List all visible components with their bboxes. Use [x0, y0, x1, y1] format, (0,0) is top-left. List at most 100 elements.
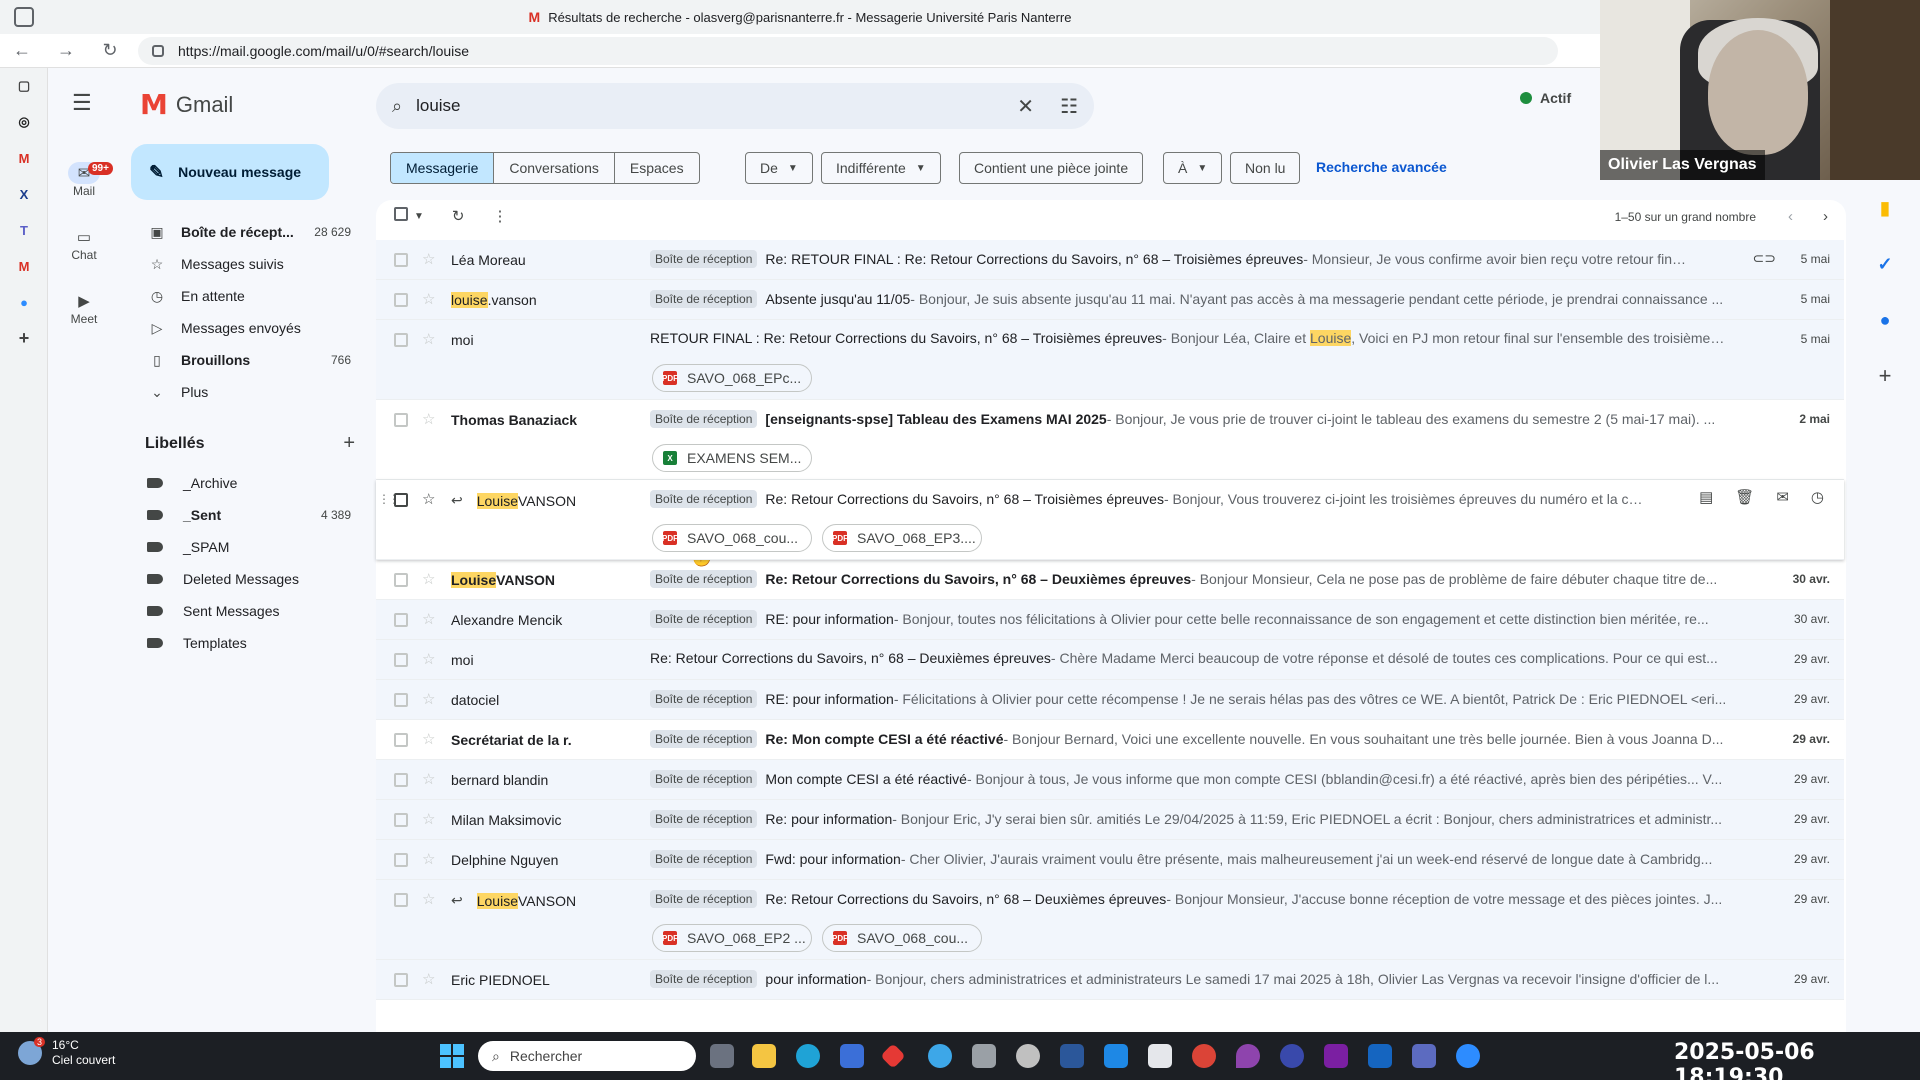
app-menu-icon[interactable] — [14, 7, 34, 27]
star-icon[interactable]: ☆ — [422, 770, 435, 788]
rail-mail[interactable]: ✉ 99+ Mail — [48, 148, 120, 212]
star-icon[interactable]: ☆ — [422, 730, 435, 748]
inbox-tag[interactable]: Boîte de réception — [650, 610, 758, 628]
rail-chat[interactable]: ▭ Chat — [48, 212, 120, 276]
email-row[interactable]: ☆ Eric PIEDNOEL Boîte de réception pour … — [376, 960, 1844, 1000]
filter-from-chip[interactable]: De ▼ — [745, 152, 813, 184]
back-icon[interactable]: ← — [0, 40, 44, 61]
email-row[interactable]: ☆ ↩ Louise VANSON Boîte de réception Re: … — [376, 880, 1844, 960]
clear-search-icon[interactable]: ✕ — [1017, 94, 1034, 119]
app-icon[interactable] — [972, 1044, 996, 1068]
attachment-chip[interactable]: PDF SAVO_068_EP2 ... — [652, 924, 812, 952]
filter-attachment-chip[interactable]: Contient une pièce jointe — [959, 152, 1144, 184]
label-item[interactable]: _Sent 4 389 — [131, 499, 361, 531]
chrome-icon[interactable] — [1192, 1044, 1216, 1068]
row-checkbox[interactable] — [394, 293, 408, 307]
rail-meet[interactable]: ▶ Meet — [48, 276, 120, 340]
star-icon[interactable]: ☆ — [422, 890, 435, 908]
app-icon[interactable] — [1236, 1044, 1260, 1068]
inbox-tag[interactable]: Boîte de réception — [650, 730, 758, 748]
inbox-tag[interactable]: Boîte de réception — [650, 410, 758, 428]
attachment-chip[interactable]: X EXAMENS SEM... — [652, 444, 812, 472]
label-item[interactable]: Templates — [131, 627, 361, 659]
app-icon[interactable] — [1412, 1044, 1436, 1068]
segment-mail[interactable]: Messagerie — [391, 153, 495, 183]
segment-spaces[interactable]: Espaces — [615, 153, 699, 183]
row-checkbox[interactable] — [394, 253, 408, 267]
search-options-icon[interactable]: ☷ — [1060, 94, 1078, 119]
app-x-icon[interactable]: X — [0, 176, 48, 212]
folder-drafts[interactable]: ▯ Brouillons 766 — [131, 344, 361, 376]
row-checkbox[interactable] — [394, 693, 408, 707]
zoom-icon[interactable]: ● — [0, 284, 48, 320]
star-icon[interactable]: ☆ — [422, 610, 435, 628]
inbox-tag[interactable]: Boîte de réception — [650, 890, 758, 908]
reload-icon[interactable]: ↻ — [88, 40, 132, 61]
snooze-icon[interactable]: ◷ — [1811, 488, 1824, 506]
star-icon[interactable]: ☆ — [422, 250, 435, 268]
folder-snoozed[interactable]: ◷ En attente — [131, 280, 361, 312]
row-checkbox[interactable] — [394, 973, 408, 987]
zoom-icon[interactable] — [1456, 1044, 1480, 1068]
row-checkbox[interactable] — [394, 893, 408, 907]
row-checkbox[interactable] — [394, 573, 408, 587]
star-icon[interactable]: ☆ — [422, 330, 435, 348]
inbox-tag[interactable]: Boîte de réception — [650, 690, 758, 708]
status-selector[interactable]: Actif — [1520, 90, 1571, 106]
folder-starred[interactable]: ☆ Messages suivis — [131, 248, 361, 280]
label-item[interactable]: _SPAM — [131, 531, 361, 563]
refresh-icon[interactable]: ↻ — [452, 207, 465, 225]
row-checkbox[interactable] — [394, 333, 408, 347]
forward-icon[interactable]: → — [44, 40, 88, 61]
email-row[interactable]: ☆ Léa Moreau Boîte de réception Re: RETO… — [376, 240, 1844, 280]
extension-icon[interactable]: ◎ — [0, 104, 48, 140]
chevron-left-icon[interactable]: ‹ — [1788, 208, 1793, 225]
email-row[interactable]: ☆ moi Re: Retour Corrections du Savoirs,… — [376, 640, 1844, 680]
row-checkbox[interactable] — [394, 773, 408, 787]
search-icon[interactable]: ⌕ — [392, 96, 402, 117]
edge-icon[interactable] — [796, 1044, 820, 1068]
email-row[interactable]: ☆ Thomas Banaziack Boîte de réception [e… — [376, 400, 1844, 480]
star-icon[interactable]: ☆ — [422, 970, 435, 988]
app-icon[interactable] — [1280, 1044, 1304, 1068]
row-checkbox[interactable] — [394, 493, 408, 507]
email-row[interactable]: ☆ Milan Maksimovic Boîte de réception Re… — [376, 800, 1844, 840]
filter-unread-chip[interactable]: Non lu — [1230, 152, 1301, 184]
segment-conversations[interactable]: Conversations — [494, 153, 615, 183]
inbox-tag[interactable]: Boîte de réception — [650, 810, 758, 828]
email-row[interactable]: ☆ Secrétariat de la r. Boîte de réceptio… — [376, 720, 1844, 760]
folder-inbox[interactable]: ▣ Boîte de récept... 28 629 — [131, 216, 361, 248]
tasks-icon[interactable]: ✓ — [1850, 236, 1920, 292]
help-app-icon[interactable] — [928, 1044, 952, 1068]
app-icon[interactable] — [1016, 1044, 1040, 1068]
inbox-tag[interactable]: Boîte de réception — [650, 770, 758, 788]
row-checkbox[interactable] — [394, 653, 408, 667]
add-label-icon[interactable]: + — [343, 432, 355, 455]
weather-widget[interactable]: 3 16°C Ciel couvert — [18, 1037, 115, 1068]
inbox-tag[interactable]: Boîte de réception — [650, 850, 758, 868]
label-item[interactable]: Deleted Messages — [131, 563, 361, 595]
label-item[interactable]: _Archive — [131, 467, 361, 499]
archive-icon[interactable]: ▤ — [1699, 488, 1713, 506]
folder-sent[interactable]: ▷ Messages envoyés — [131, 312, 361, 344]
email-row[interactable]: ☆ datociel Boîte de réception RE: pour i… — [376, 680, 1844, 720]
mark-unread-icon[interactable]: ✉ — [1776, 488, 1789, 506]
row-checkbox[interactable] — [394, 613, 408, 627]
gmail-app-icon[interactable]: M — [0, 140, 48, 176]
star-icon[interactable]: ☆ — [422, 290, 435, 308]
row-checkbox[interactable] — [394, 733, 408, 747]
select-menu-icon[interactable]: ▼ — [414, 211, 424, 222]
inbox-tag[interactable]: Boîte de réception — [650, 250, 758, 268]
chevron-right-icon[interactable]: › — [1823, 208, 1828, 225]
label-item[interactable]: Sent Messages — [131, 595, 361, 627]
app-icon[interactable] — [1368, 1044, 1392, 1068]
teams-icon[interactable]: T — [0, 212, 48, 248]
word-icon[interactable] — [1060, 1044, 1084, 1068]
snipping-tool-icon[interactable] — [1148, 1044, 1172, 1068]
anydesk-icon[interactable] — [880, 1043, 906, 1069]
email-row[interactable]: ☆ Louise VANSON Boîte de réception Re: R… — [376, 560, 1844, 600]
email-row[interactable]: ☆ louise .vanson Boîte de réception Absen… — [376, 280, 1844, 320]
inbox-tag[interactable]: Boîte de réception — [650, 490, 758, 508]
store-icon[interactable] — [840, 1044, 864, 1068]
more-options-icon[interactable]: ⋮ — [492, 207, 507, 225]
